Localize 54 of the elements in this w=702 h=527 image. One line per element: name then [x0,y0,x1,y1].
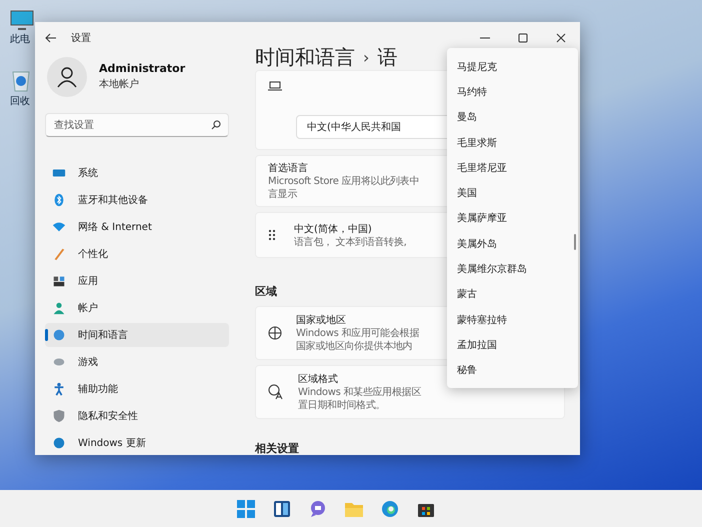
nav-item[interactable]: 时间和语言 [45,323,229,347]
desktop-icon-label: 此电 [10,32,30,46]
profile-name: Administrator [99,62,186,75]
scrollbar-thumb[interactable] [574,234,576,250]
search-icon [211,120,221,130]
card-title: 首选语言 [268,162,308,175]
card-description: 国家或地区向你提供本地内 [296,341,412,353]
window-title: 设置 [71,32,91,45]
nav-item[interactable]: 隐私和安全性 [45,404,229,428]
breadcrumb-separator: › [363,48,370,66]
apps-icon [52,274,66,288]
back-arrow-icon[interactable] [45,33,57,43]
dropdown-option[interactable]: 马提尼克 [457,54,578,80]
language-format-icon [268,384,284,400]
nav-item[interactable]: Windows 更新 [45,431,229,455]
page-title: 时间和语言 [255,44,355,70]
card-title: 区域格式 [298,372,338,386]
nav-item[interactable]: 蓝牙和其他设备 [45,188,229,212]
nav-item[interactable]: 帐户 [45,296,229,320]
dropdown-option[interactable]: 美属维尔京群岛 [457,256,578,282]
accessibility-icon [52,382,66,396]
bluetooth-icon [52,193,66,207]
brush-icon [52,247,66,261]
nav-item[interactable]: 网络 & Internet [45,215,229,239]
nav-item[interactable]: 系统 [45,161,229,185]
maximize-icon[interactable] [518,33,528,43]
avatar [47,56,87,96]
section-heading: 相关设置 [255,441,299,455]
nav-item[interactable]: 应用 [45,269,229,293]
card-description: 语言包， 文本到语音转换, [294,236,406,248]
card-description: 言显示 [268,189,298,201]
close-icon[interactable] [556,33,566,43]
account-type: 本地帐户 [99,78,140,91]
nav-item[interactable]: 游戏 [45,350,229,374]
nav-item[interactable]: 个性化 [45,242,229,266]
card-description: 置日期和时间格式。 [298,400,386,412]
card-title: 国家或地区 [296,314,346,327]
wifi-icon [52,220,66,234]
section-heading: 区域 [255,284,277,299]
card-description: Microsoft Store 应用将以此列表中 [268,176,420,188]
card-title: 中文(简体，中国) [294,222,372,236]
card-description: Windows 和应用可能会根据 [296,328,420,340]
card-description: Windows 和某些应用根据区 [298,387,422,399]
drag-handle-icon[interactable] [268,229,276,241]
shield-icon [52,409,66,423]
page-title: 语 [377,44,398,70]
dropdown-option[interactable]: 马约特 [457,79,578,105]
person-icon [52,301,66,315]
laptop-icon [268,81,282,91]
monitor-icon[interactable] [10,10,34,30]
dropdown-option[interactable]: 蒙古 [457,282,578,307]
search-field[interactable]: 查找设置 [45,113,229,137]
desktop-icon-label: 回收 [10,95,30,108]
nav-item[interactable]: 辅助功能 [45,377,229,401]
